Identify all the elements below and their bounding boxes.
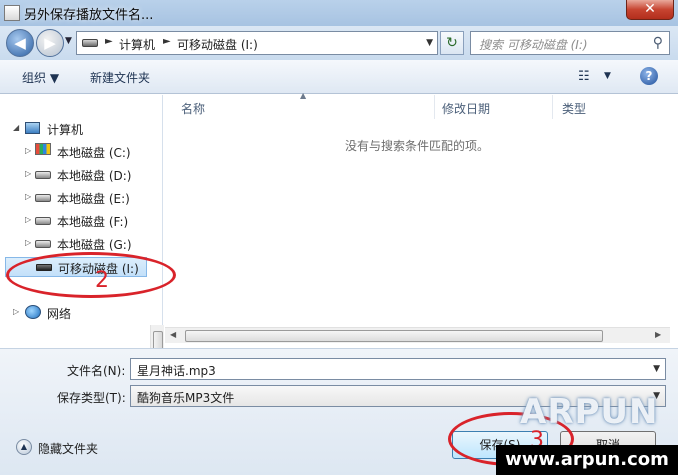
nav-item-drive-f[interactable]: ▷ 本地磁盘 (F:)	[5, 211, 147, 231]
collapsed-arrow-icon[interactable]: ▷	[25, 146, 31, 155]
filename-dropdown-icon[interactable]: ▼	[653, 364, 660, 374]
app-icon	[4, 5, 20, 21]
help-icon[interactable]: ?	[640, 67, 658, 85]
search-icon[interactable]: ⚲	[653, 35, 663, 51]
view-dropdown-icon[interactable]: ▼	[604, 71, 611, 81]
hard-drive-icon	[35, 240, 51, 248]
nav-item-label: 计算机	[47, 123, 84, 137]
column-label: 修改日期	[442, 102, 491, 116]
collapsed-arrow-icon[interactable]: ▷	[25, 192, 31, 201]
close-button[interactable]: ✕	[626, 0, 674, 20]
address-dropdown-icon[interactable]: ▼	[426, 38, 433, 48]
empty-message: 没有与搜索条件匹配的项。	[345, 139, 490, 153]
address-bar[interactable]: ► 计算机 ► 可移动磁盘 (I:) ▼	[76, 31, 438, 55]
scroll-left-icon[interactable]: ◀	[170, 330, 176, 339]
filetype-value: 酷狗音乐MP3文件	[137, 391, 235, 405]
annotation-step2: 2	[95, 268, 109, 293]
toolbar: 组织 ▼ 新建文件夹 ☷ ▼ ?	[0, 60, 678, 94]
search-placeholder: 搜索 可移动磁盘 (I:)	[479, 38, 588, 52]
collapsed-arrow-icon[interactable]: ▷	[25, 238, 31, 247]
column-header-date[interactable]: 修改日期	[435, 95, 553, 119]
watermark-logo: ARPUN	[520, 392, 659, 432]
back-button[interactable]: ◀	[6, 29, 34, 57]
horizontal-scroll-thumb[interactable]	[185, 330, 603, 342]
address-row: ◀ ▶ ▼ ► 计算机 ► 可移动磁盘 (I:) ▼ ↻ 搜索 可移动磁盘 (I…	[0, 26, 678, 60]
nav-item-drive-e[interactable]: ▷ 本地磁盘 (E:)	[5, 188, 147, 208]
filename-field[interactable]: 星月神话.mp3 ▼	[130, 358, 666, 380]
nav-item-label: 本地磁盘 (E:)	[57, 192, 130, 206]
nav-item-label: 本地磁盘 (D:)	[57, 169, 132, 183]
breadcrumb-separator[interactable]: ►	[105, 36, 113, 47]
collapsed-arrow-icon[interactable]: ▷	[13, 307, 19, 316]
navigation-pane: ◢ 计算机 ▷ 本地磁盘 (C:) ▷ 本地磁盘 (D:) ▷ 本地磁盘 (E:…	[5, 95, 164, 440]
recent-pages-dropdown[interactable]: ▼	[65, 36, 72, 46]
computer-icon	[25, 122, 40, 134]
nav-item-drive-g[interactable]: ▷ 本地磁盘 (G:)	[5, 234, 147, 254]
column-label: 类型	[562, 102, 587, 116]
view-options-icon[interactable]: ☷	[578, 69, 590, 84]
column-label: 名称	[181, 102, 206, 116]
nav-item-label: 本地磁盘 (G:)	[57, 238, 132, 252]
sort-up-icon: ▲	[300, 91, 307, 100]
file-list: 名称 ▲ 修改日期 类型 没有与搜索条件匹配的项。 ◀ ▶	[165, 91, 670, 347]
nav-item-label: 本地磁盘 (C:)	[57, 146, 131, 160]
system-drive-icon	[35, 143, 51, 155]
window-title: 另外保存播放文件名...	[24, 8, 154, 23]
new-folder-button[interactable]: 新建文件夹	[90, 69, 150, 86]
title-bar: 另外保存播放文件名... ✕	[0, 0, 678, 26]
breadcrumb-separator[interactable]: ►	[163, 36, 171, 47]
horizontal-scrollbar[interactable]: ◀ ▶	[165, 327, 670, 343]
hard-drive-icon	[35, 217, 51, 225]
collapse-up-icon: ▲	[16, 439, 32, 455]
column-header-type[interactable]: 类型	[553, 95, 670, 119]
nav-item-label: 网络	[47, 307, 72, 321]
column-header-name[interactable]: 名称 ▲	[165, 91, 435, 119]
breadcrumb-removable-disk[interactable]: 可移动磁盘 (I:)	[177, 36, 258, 53]
refresh-button[interactable]: ↻	[440, 31, 464, 55]
collapsed-arrow-icon[interactable]: ▷	[25, 169, 31, 178]
nav-item-label: 本地磁盘 (F:)	[57, 215, 129, 229]
network-icon	[25, 305, 41, 319]
hide-folders-label: 隐藏文件夹	[38, 442, 99, 456]
search-input[interactable]: 搜索 可移动磁盘 (I:) ⚲	[470, 31, 670, 55]
expanded-arrow-icon[interactable]: ◢	[13, 123, 19, 132]
hard-drive-icon	[35, 171, 51, 179]
filetype-label: 保存类型(T):	[57, 391, 126, 405]
hard-drive-icon	[35, 194, 51, 202]
nav-item-drive-c[interactable]: ▷ 本地磁盘 (C:)	[5, 142, 147, 162]
usb-drive-icon	[82, 39, 98, 47]
breadcrumb-computer[interactable]: 计算机	[119, 36, 155, 53]
filename-value: 星月神话.mp3	[137, 364, 216, 378]
collapsed-arrow-icon[interactable]: ▷	[25, 215, 31, 224]
nav-item-drive-d[interactable]: ▷ 本地磁盘 (D:)	[5, 165, 147, 185]
watermark-url: www.arpun.com	[496, 445, 678, 475]
filename-label: 文件名(N):	[67, 364, 126, 378]
annotation-ellipse-step2	[6, 252, 176, 298]
nav-item-network[interactable]: ▷ 网络	[5, 303, 147, 323]
scroll-right-icon[interactable]: ▶	[655, 330, 661, 339]
forward-button[interactable]: ▶	[36, 29, 64, 57]
nav-item-computer[interactable]: ◢ 计算机	[5, 119, 147, 139]
organize-menu[interactable]: 组织 ▼	[22, 69, 59, 86]
